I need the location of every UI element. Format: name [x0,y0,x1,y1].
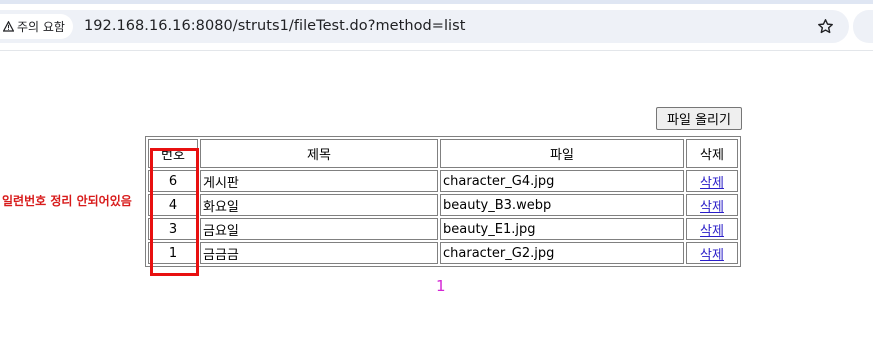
tab-strip-edge [0,0,873,4]
warning-triangle-icon [2,20,15,32]
row-file: beauty_B3.webp [440,194,684,216]
row-delete-cell: 삭제 [686,170,738,192]
row-delete-cell: 삭제 [686,194,738,216]
row-file: character_G4.jpg [440,170,684,192]
table-row: 6 게시판 character_G4.jpg 삭제 [148,170,738,192]
row-title: 금요일 [200,218,438,240]
annotation-note: 일련번호 정리 안되어있음 [2,194,132,208]
url-text[interactable]: 192.168.16.16:8080/struts1/fileTest.do?m… [84,18,465,34]
header-delete: 삭제 [686,139,738,168]
row-title: 화요일 [200,194,438,216]
table-row: 1 금금금 character_G2.jpg 삭제 [148,242,738,264]
file-list-table: 번호 제목 파일 삭제 6 게시판 character_G4.jpg 삭제 4 … [145,136,741,267]
table-header-row: 번호 제목 파일 삭제 [148,139,738,168]
browser-toolbar: 주의 요함 192.168.16.16:8080/struts1/fileTes… [0,0,873,51]
row-delete-cell: 삭제 [686,242,738,264]
row-title: 게시판 [200,170,438,192]
pagination-page-link[interactable]: 1 [436,277,446,295]
address-bar[interactable]: 주의 요함 192.168.16.16:8080/struts1/fileTes… [0,10,849,43]
annotation-highlight-box [150,148,199,276]
row-file: character_G2.jpg [440,242,684,264]
bookmark-star-icon[interactable] [816,17,835,36]
upload-file-button[interactable]: 파일 올리기 [656,107,742,130]
header-title: 제목 [200,139,438,168]
table-row: 3 금요일 beauty_E1.jpg 삭제 [148,218,738,240]
side-panel-button[interactable] [853,10,873,43]
header-file: 파일 [440,139,684,168]
row-delete-cell: 삭제 [686,218,738,240]
security-label: 주의 요함 [17,20,65,34]
row-title: 금금금 [200,242,438,264]
delete-link[interactable]: 삭제 [700,200,724,215]
delete-link[interactable]: 삭제 [700,224,724,239]
row-file: beauty_E1.jpg [440,218,684,240]
delete-link[interactable]: 삭제 [700,248,724,263]
table-row: 4 화요일 beauty_B3.webp 삭제 [148,194,738,216]
delete-link[interactable]: 삭제 [700,176,724,191]
security-chip[interactable]: 주의 요함 [0,14,73,39]
